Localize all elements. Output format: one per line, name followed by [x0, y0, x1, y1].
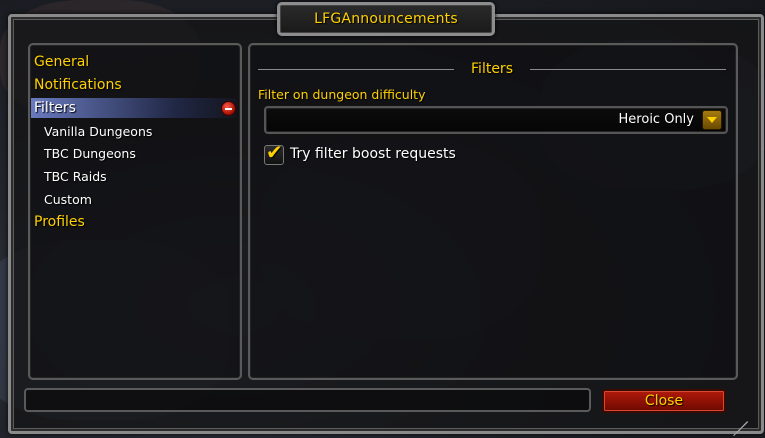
- collapse-icon[interactable]: [221, 101, 236, 116]
- difficulty-label: Filter on dungeon difficulty: [258, 87, 426, 102]
- nav-item-profiles[interactable]: Profiles: [34, 214, 85, 230]
- nav-item-filters[interactable]: Filters: [34, 100, 76, 116]
- nav-item-tbc-raids[interactable]: TBC Raids: [44, 169, 107, 184]
- checkmark-icon: ✔: [266, 140, 283, 164]
- nav-item-general[interactable]: General: [34, 54, 89, 70]
- section-title: Filters: [471, 61, 513, 77]
- nav-item-notifications[interactable]: Notifications: [34, 77, 122, 93]
- boost-filter-checkbox[interactable]: ✔: [264, 140, 284, 165]
- status-bar: [24, 388, 591, 412]
- header-divider-right: [530, 69, 726, 70]
- chevron-down-icon[interactable]: [702, 110, 722, 130]
- nav-item-custom[interactable]: Custom: [44, 192, 92, 207]
- difficulty-dropdown[interactable]: Heroic Only: [264, 106, 728, 134]
- nav-item-vanilla-dungeons[interactable]: Vanilla Dungeons: [44, 124, 152, 139]
- options-tree-panel: General Notifications Filters Vanilla Du…: [28, 43, 242, 380]
- section-header: Filters: [258, 61, 726, 77]
- close-button[interactable]: Close: [602, 389, 726, 413]
- options-content-panel: Filters Filter on dungeon difficulty Her…: [248, 43, 738, 380]
- difficulty-selected-value: Heroic Only: [618, 112, 694, 127]
- header-divider-left: [258, 69, 454, 70]
- boost-filter-label[interactable]: Try filter boost requests: [290, 146, 456, 162]
- resize-grip-icon[interactable]: [732, 406, 748, 437]
- nav-item-tbc-dungeons[interactable]: TBC Dungeons: [44, 146, 136, 161]
- window-title[interactable]: LFGAnnouncements: [277, 2, 495, 36]
